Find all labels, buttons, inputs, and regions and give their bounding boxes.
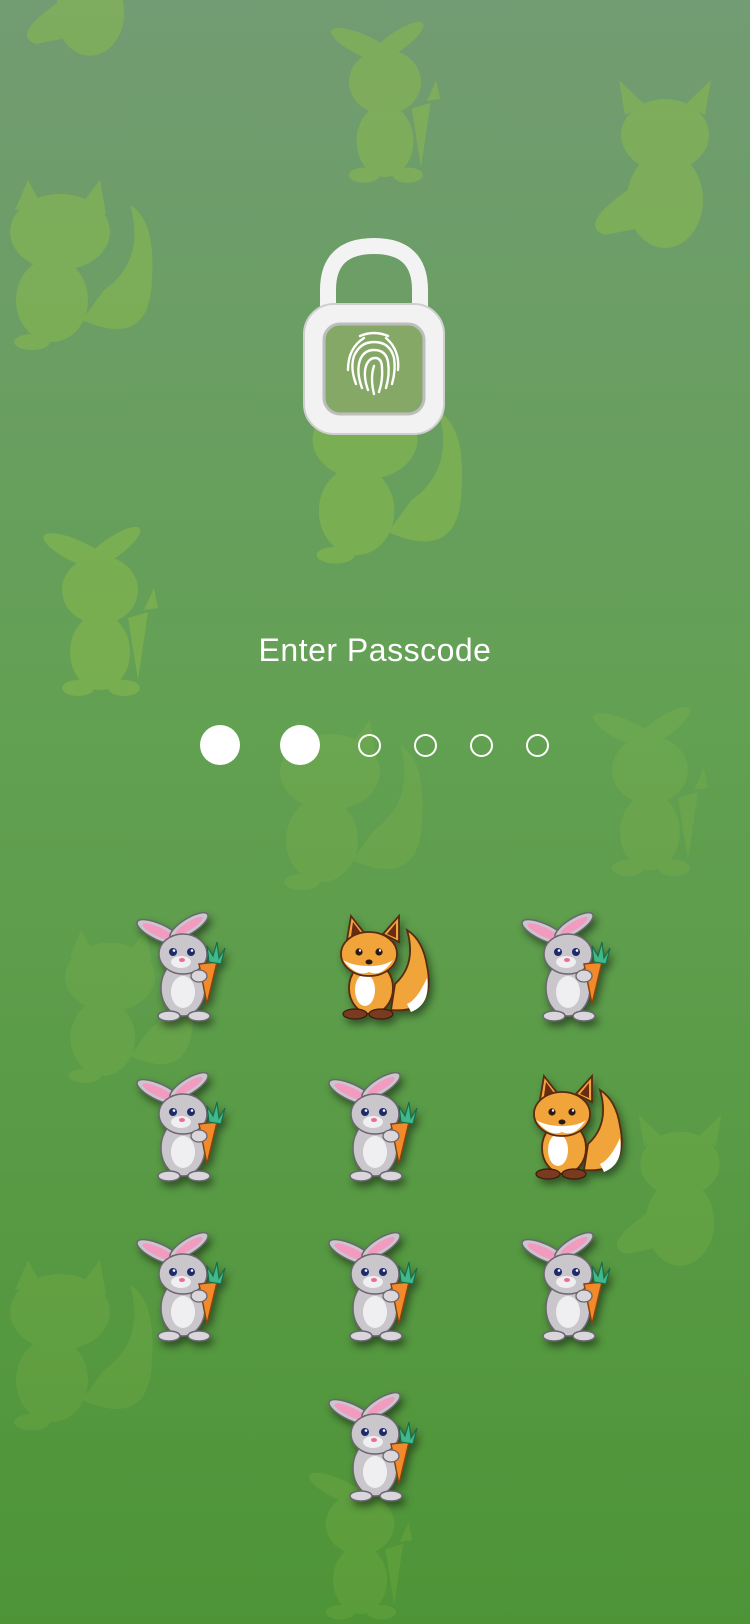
keypad-key-6[interactable] <box>505 1060 635 1200</box>
passcode-dot-empty <box>526 734 549 757</box>
passcode-dot-empty <box>414 734 437 757</box>
passcode-dots <box>0 725 750 765</box>
unlocked-padlock-icon <box>298 237 450 444</box>
keypad-key-2[interactable] <box>312 900 442 1040</box>
keypad-key-7[interactable] <box>120 1220 250 1360</box>
passcode-dot-filled <box>200 725 240 765</box>
keypad-key-0[interactable] <box>312 1380 442 1520</box>
keypad-key-1[interactable] <box>120 900 250 1040</box>
passcode-dot-empty <box>470 734 493 757</box>
passcode-dot-filled <box>280 725 320 765</box>
passcode-dot-empty <box>358 734 381 757</box>
keypad-key-9[interactable] <box>505 1220 635 1360</box>
keypad-key-5[interactable] <box>312 1060 442 1200</box>
enter-passcode-title: Enter Passcode <box>258 632 492 668</box>
keypad-key-8[interactable] <box>312 1220 442 1360</box>
keypad-key-3[interactable] <box>505 900 635 1040</box>
keypad-key-4[interactable] <box>120 1060 250 1200</box>
